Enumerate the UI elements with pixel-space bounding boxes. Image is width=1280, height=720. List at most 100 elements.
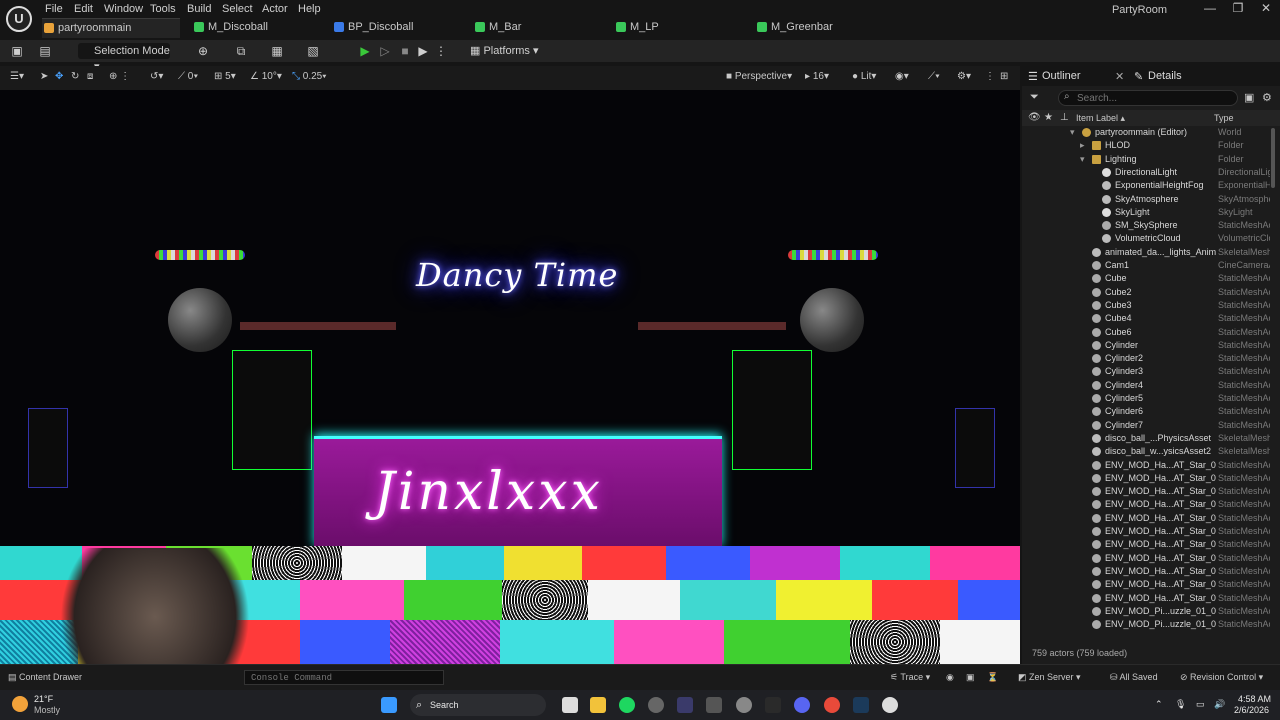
launch-icon[interactable]: ▶ (416, 44, 430, 58)
close-window-icon[interactable]: ✕ (1253, 1, 1279, 15)
outliner-row[interactable]: DirectionalLight DirectionalLig (1022, 166, 1270, 179)
outliner-search-input[interactable] (1077, 93, 1227, 104)
app-icon[interactable] (648, 697, 664, 713)
app-icon[interactable] (765, 697, 781, 713)
outliner-row[interactable]: ENV_MOD_Ha...AT_Star_0 StaticMeshAc (1022, 592, 1270, 605)
close-outliner-icon[interactable]: ✕ (1115, 70, 1124, 83)
rotation-snap-button[interactable]: ∠ 10°▾ (250, 71, 282, 82)
trace-button[interactable]: ⚟ Trace ▾ (890, 672, 930, 683)
scale-snap-button[interactable]: ⤡ 0.25▾ (292, 71, 326, 82)
network-icon[interactable]: ▭ (1196, 699, 1205, 710)
outliner-row[interactable]: Cam1 CineCameraA (1022, 259, 1270, 272)
outliner-row[interactable]: Cube6 StaticMeshAc (1022, 326, 1270, 339)
outliner-row[interactable]: ENV_MOD_Ha...AT_Star_0 StaticMeshAc (1022, 459, 1270, 472)
outliner-row[interactable]: Cylinder2 StaticMeshAc (1022, 352, 1270, 365)
chrome-icon[interactable] (824, 697, 840, 713)
menu-help[interactable]: Help (298, 3, 321, 15)
clock-date[interactable]: 2/6/2026 (1234, 705, 1269, 715)
pin-status-icon[interactable]: ⏳ (987, 672, 998, 683)
mic-icon[interactable]: 🎙 (1175, 699, 1186, 710)
camera-capture-icon[interactable]: ▣ (966, 672, 975, 683)
translate-tool-icon[interactable]: ✥ (55, 71, 63, 82)
unreal-logo-icon[interactable]: U (6, 6, 32, 32)
menu-edit[interactable]: Edit (74, 3, 93, 15)
outliner-row[interactable]: ExponentialHeightFog ExponentialHe (1022, 179, 1270, 192)
more-options-icon[interactable]: ⋮ (434, 44, 448, 58)
save-icon[interactable]: ▣ (10, 44, 24, 58)
menu-build[interactable]: Build (187, 3, 211, 15)
console-command-input[interactable] (244, 670, 444, 685)
outliner-search-box[interactable]: ⌕ (1058, 90, 1238, 106)
outliner-row[interactable]: ENV_MOD_Ha...AT_Star_0 StaticMeshAc (1022, 512, 1270, 525)
outliner-row[interactable]: ENV_MOD_Ha...AT_Star_0 StaticMeshAc (1022, 498, 1270, 511)
outliner-row[interactable]: Cylinder6 StaticMeshAc (1022, 405, 1270, 418)
lit-button[interactable]: ● Lit▾ (852, 71, 876, 82)
outliner-row[interactable]: ▾ partyroommain (Editor) World (1022, 126, 1270, 139)
zen-server-button[interactable]: ◩ Zen Server ▾ (1018, 672, 1081, 683)
layout-icon[interactable]: ⊞ (1000, 71, 1008, 82)
windows-start-icon[interactable] (381, 697, 397, 713)
minimize-icon[interactable]: — (1197, 1, 1223, 15)
menu-actor[interactable]: Actor (262, 3, 288, 15)
outliner-row[interactable]: Cylinder7 StaticMeshAc (1022, 419, 1270, 432)
steam-icon[interactable] (853, 697, 869, 713)
outliner-scrollbar[interactable] (1271, 128, 1275, 188)
outliner-row[interactable]: VolumetricCloud VolumetricClo (1022, 232, 1270, 245)
selection-mode-button[interactable]: Selection Mode ▾ (78, 43, 170, 73)
outliner-row[interactable]: ENV_MOD_Pi...uzzle_01_0 StaticMeshAc (1022, 605, 1270, 618)
stop-icon[interactable]: ■ (398, 44, 412, 58)
record-icon[interactable]: ◉ (946, 672, 954, 683)
outliner-row[interactable]: SkyAtmosphere SkyAtmosphe (1022, 193, 1270, 206)
outliner-row[interactable]: Cylinder3 StaticMeshAc (1022, 365, 1270, 378)
expand-arrow-icon[interactable]: ▾ (1080, 153, 1085, 166)
add-folder-icon[interactable]: ▣ (1244, 91, 1254, 104)
outliner-row[interactable]: ENV_MOD_Ha...AT_Star_0 StaticMeshAc (1022, 538, 1270, 551)
outliner-row[interactable]: ▸ HLOD Folder (1022, 139, 1270, 152)
tab-m-greenbar[interactable]: M_Greenbar (755, 18, 885, 38)
app-icon[interactable] (736, 697, 752, 713)
outliner-row[interactable]: Cube3 StaticMeshAc (1022, 299, 1270, 312)
outliner-row[interactable]: ▾ Lighting Folder (1022, 153, 1270, 166)
add-actor-icon[interactable]: ⊕ (196, 44, 210, 58)
weather-icon[interactable] (12, 696, 28, 712)
grid-snap-button[interactable]: ⟋ 0▾ (178, 71, 198, 82)
surface-snap-icon[interactable]: ↺▾ (150, 71, 163, 82)
outliner-row[interactable]: ENV_MOD_Ha...AT_Star_0 StaticMeshAc (1022, 578, 1270, 591)
fov-button[interactable]: ▸ 16▾ (805, 71, 829, 82)
outliner-row[interactable]: Cube2 StaticMeshAc (1022, 286, 1270, 299)
all-saved-button[interactable]: ⛁ All Saved (1110, 672, 1158, 683)
tab-bp-discoball[interactable]: BP_Discoball (332, 18, 462, 38)
tab-outliner[interactable]: Outliner (1042, 70, 1081, 82)
taskbar-search[interactable]: ⌕ Search (410, 694, 546, 716)
tray-chevron-icon[interactable]: ⌃ (1155, 699, 1163, 710)
expand-arrow-icon[interactable]: ▸ (1080, 139, 1085, 152)
volume-icon[interactable]: 🔊 (1214, 699, 1225, 710)
perspective-button[interactable]: ■ Perspective▾ (726, 71, 792, 82)
clock-time[interactable]: 4:58 AM (1238, 694, 1271, 704)
pin-icon[interactable]: ⊥ (1060, 112, 1069, 123)
app-icon[interactable] (706, 697, 722, 713)
col-item-label[interactable]: Item Label ▴ (1076, 113, 1125, 124)
content-browser-icon[interactable]: ▤ (38, 44, 52, 58)
outliner-row[interactable]: Cylinder StaticMeshAc (1022, 339, 1270, 352)
outliner-row[interactable]: ENV_MOD_Ha...AT_Star_0 StaticMeshAc (1022, 485, 1270, 498)
outliner-row[interactable]: disco_ball_...PhysicsAsset SkeletalMesh (1022, 432, 1270, 445)
outliner-row[interactable]: ENV_MOD_Ha...AT_Star_0 StaticMeshAc (1022, 525, 1270, 538)
discord-icon[interactable] (794, 697, 810, 713)
outliner-row[interactable]: ENV_MOD_Ha...AT_Star_0 StaticMeshAc (1022, 552, 1270, 565)
outliner-row[interactable]: SkyLight SkyLight (1022, 206, 1270, 219)
tab-m-lp[interactable]: M_LP (614, 18, 744, 38)
file-explorer-icon[interactable] (590, 697, 606, 713)
outliner-row[interactable]: Cube4 StaticMeshAc (1022, 312, 1270, 325)
outliner-row[interactable]: ENV_MOD_Pi...uzzle_01_0 StaticMeshAc (1022, 618, 1270, 631)
tab-m-discoball[interactable]: M_Discoball (192, 18, 322, 38)
unreal-taskbar-icon[interactable] (882, 697, 898, 713)
viewport-more-icon[interactable]: ⋮ (985, 71, 995, 82)
world-space-icon[interactable]: ⊕ ⋮ (109, 71, 130, 82)
filter-icon[interactable]: ⏷ (1030, 91, 1039, 104)
tab-m-bar[interactable]: M_Bar (473, 18, 603, 38)
modes-icon[interactable]: ▧ (306, 44, 320, 58)
content-drawer-button[interactable]: ▤ Content Drawer (8, 672, 82, 683)
blueprint-menu-icon[interactable]: ⧉ (234, 44, 248, 58)
viewport-options-icon[interactable]: ☰▾ (10, 71, 24, 82)
